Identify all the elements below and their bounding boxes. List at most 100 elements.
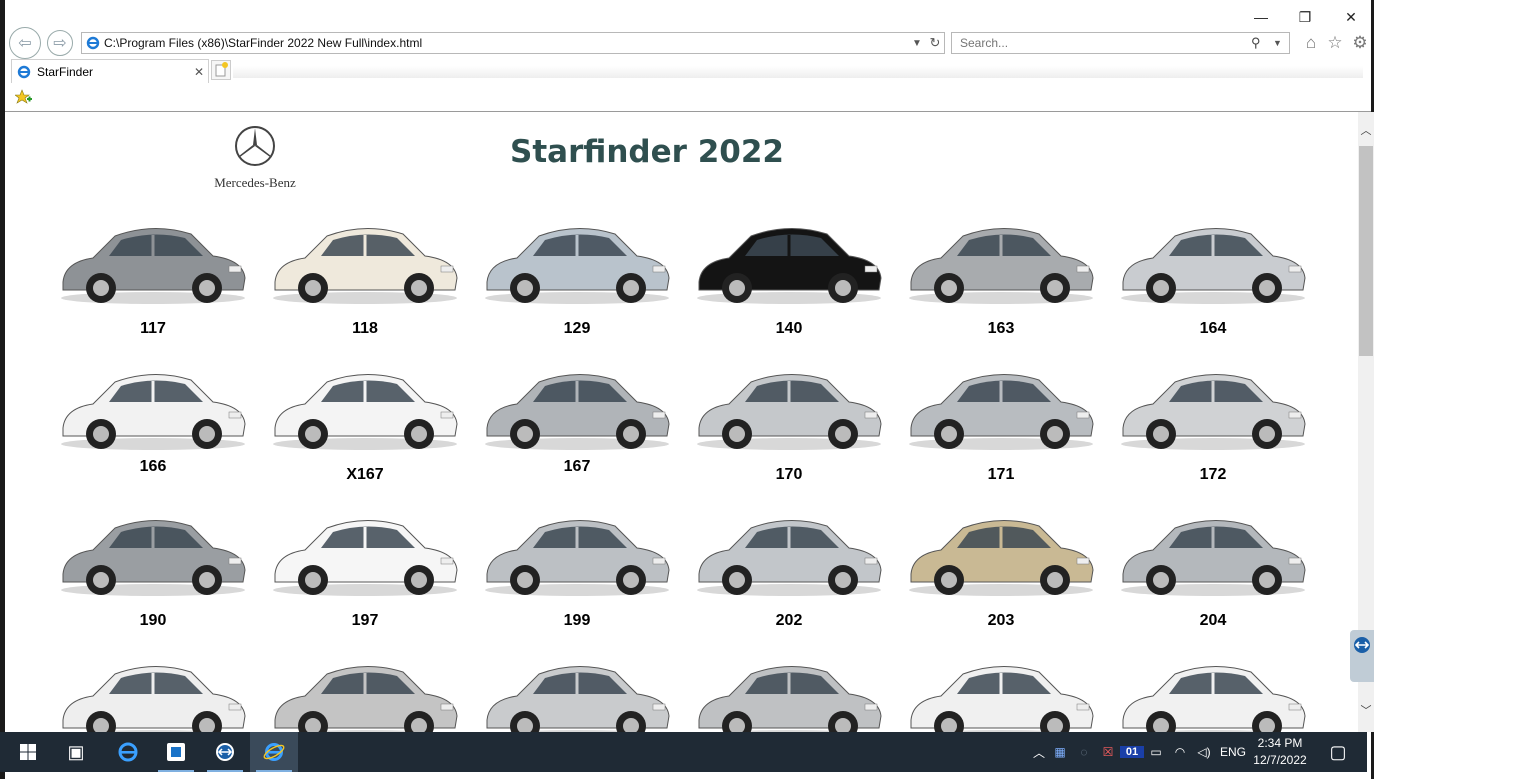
car-model-tile[interactable]: 129: [477, 202, 677, 342]
car-image: [61, 227, 246, 304]
car-model-tile[interactable]: 172: [1113, 348, 1313, 488]
car-model-label[interactable]: 164: [1113, 320, 1313, 338]
car-model-tile[interactable]: 202: [689, 494, 889, 634]
search-icon[interactable]: ⚲: [1251, 35, 1273, 51]
car-model-label[interactable]: 140: [689, 320, 889, 338]
car-model-label[interactable]: 163: [901, 320, 1101, 338]
search-input[interactable]: [958, 35, 1251, 51]
address-dropdown-icon[interactable]: ▼: [908, 38, 926, 49]
task-view-button[interactable]: ▣: [52, 732, 100, 772]
tray-app-icon-1[interactable]: ▦: [1048, 745, 1072, 759]
car-model-label[interactable]: 129: [477, 320, 677, 338]
clock[interactable]: 2:34 PM 12/7/2022: [1248, 735, 1312, 769]
teamviewer-taskbar-button[interactable]: [201, 732, 249, 772]
car-model-tile[interactable]: 167: [477, 348, 677, 488]
search-dropdown-icon[interactable]: ▼: [1273, 38, 1289, 48]
car-model-tile[interactable]: 164: [1113, 202, 1313, 342]
scroll-down-icon[interactable]: ﹀: [1358, 702, 1374, 720]
car-image: [485, 519, 670, 596]
car-model-tile[interactable]: 199: [477, 494, 677, 634]
car-model-tile[interactable]: 171: [901, 348, 1101, 488]
car-model-tile[interactable]: 166: [53, 348, 253, 488]
car-model-label[interactable]: 197: [265, 612, 465, 630]
store-taskbar-button[interactable]: [152, 732, 200, 772]
teamviewer-side-tab[interactable]: [1350, 630, 1374, 682]
car-model-label[interactable]: 170: [689, 466, 889, 484]
action-center-button[interactable]: ▢: [1314, 732, 1362, 772]
car-model-label[interactable]: 117: [53, 320, 253, 338]
car-model-label[interactable]: 171: [901, 466, 1101, 484]
address-bar[interactable]: C:\Program Files (x86)\StarFinder 2022 N…: [81, 32, 945, 54]
car-model-tile[interactable]: 118: [265, 202, 465, 342]
taskbar: ▣ ︿ ▦ ◌ ☒ 01 ▭ ◠ ◁) ENG 2:34 PM 12/7/202…: [0, 732, 1367, 772]
car-model-label[interactable]: 166: [53, 458, 253, 476]
show-hidden-icons-button[interactable]: ︿: [1030, 744, 1048, 761]
tray-app-icon-3[interactable]: ☒: [1096, 745, 1120, 759]
ie-tab-icon: [17, 65, 31, 78]
car-model-label[interactable]: 190: [53, 612, 253, 630]
car-model-tile[interactable]: X167: [265, 348, 465, 488]
clock-time: 2:34 PM: [1257, 736, 1303, 750]
search-box[interactable]: ⚲ ▼: [951, 32, 1290, 54]
mercedes-logo: Mercedes-Benz: [203, 124, 307, 190]
forward-button[interactable]: ⇨: [47, 30, 73, 56]
car-image: [273, 519, 458, 596]
car-model-tile[interactable]: [53, 640, 253, 732]
close-tab-icon[interactable]: ✕: [190, 65, 208, 79]
edge-icon: [118, 742, 138, 762]
restore-icon: ❐: [1298, 8, 1312, 25]
car-model-tile[interactable]: [1113, 640, 1313, 732]
gear-icon[interactable]: ⚙: [1349, 33, 1371, 53]
car-model-label[interactable]: 204: [1113, 612, 1313, 630]
back-button[interactable]: ⇦: [9, 27, 41, 59]
language-indicator[interactable]: ENG: [1216, 745, 1250, 759]
scroll-up-icon[interactable]: ︿: [1358, 122, 1374, 140]
car-model-tile[interactable]: 117: [53, 202, 253, 342]
arrow-right-icon: ⇨: [53, 35, 67, 52]
car-image: [697, 227, 882, 304]
car-model-tile[interactable]: 204: [1113, 494, 1313, 634]
battery-icon[interactable]: ▭: [1144, 745, 1168, 759]
mercedes-star-icon: [235, 126, 275, 166]
teamviewer-icon: [1354, 637, 1370, 653]
car-model-tile[interactable]: 203: [901, 494, 1101, 634]
refresh-icon[interactable]: ↻: [926, 35, 944, 51]
car-model-tile[interactable]: 163: [901, 202, 1101, 342]
car-model-tile[interactable]: [689, 640, 889, 732]
car-model-label[interactable]: 172: [1113, 466, 1313, 484]
car-model-label[interactable]: X167: [265, 466, 465, 484]
notification-icon: ▢: [1329, 741, 1347, 762]
add-to-favorites-icon[interactable]: [15, 89, 33, 105]
car-model-label[interactable]: 202: [689, 612, 889, 630]
car-model-tile[interactable]: [477, 640, 677, 732]
start-button[interactable]: [4, 732, 52, 772]
car-model-tile[interactable]: [265, 640, 465, 732]
new-tab-button[interactable]: [211, 60, 231, 80]
home-icon[interactable]: ⌂: [1300, 33, 1322, 53]
edge-taskbar-button[interactable]: [104, 732, 152, 772]
tray-app-icon-2[interactable]: ◌: [1072, 745, 1096, 759]
car-model-tile[interactable]: 197: [265, 494, 465, 634]
scroll-thumb[interactable]: [1359, 146, 1373, 356]
close-window-button[interactable]: ✕: [1331, 6, 1371, 28]
favorites-star-icon[interactable]: ☆: [1324, 33, 1346, 53]
car-image: [910, 665, 1094, 732]
windows-icon: [20, 744, 36, 760]
car-model-label[interactable]: 118: [265, 320, 465, 338]
tray-app-icon-4[interactable]: 01: [1120, 746, 1144, 758]
minimize-button[interactable]: —: [1241, 6, 1281, 28]
restore-button[interactable]: ❐: [1285, 6, 1325, 28]
car-model-tile[interactable]: 140: [689, 202, 889, 342]
car-model-label[interactable]: 199: [477, 612, 677, 630]
car-model-tile[interactable]: 170: [689, 348, 889, 488]
tab-starfinder[interactable]: StarFinder ✕: [11, 59, 209, 83]
ie-taskbar-button[interactable]: [250, 732, 298, 772]
car-model-tile[interactable]: [901, 640, 1101, 732]
car-model-tile[interactable]: 190: [53, 494, 253, 634]
car-model-label[interactable]: 203: [901, 612, 1101, 630]
car-model-label[interactable]: 167: [477, 458, 677, 476]
ie-page-icon: [86, 36, 100, 50]
wifi-icon[interactable]: ◠: [1168, 745, 1192, 759]
browser-window: — ❐ ✕ ⇦ ⇨ C:\Program Files (x86)\StarFin…: [0, 0, 1374, 779]
volume-icon[interactable]: ◁): [1192, 745, 1216, 759]
